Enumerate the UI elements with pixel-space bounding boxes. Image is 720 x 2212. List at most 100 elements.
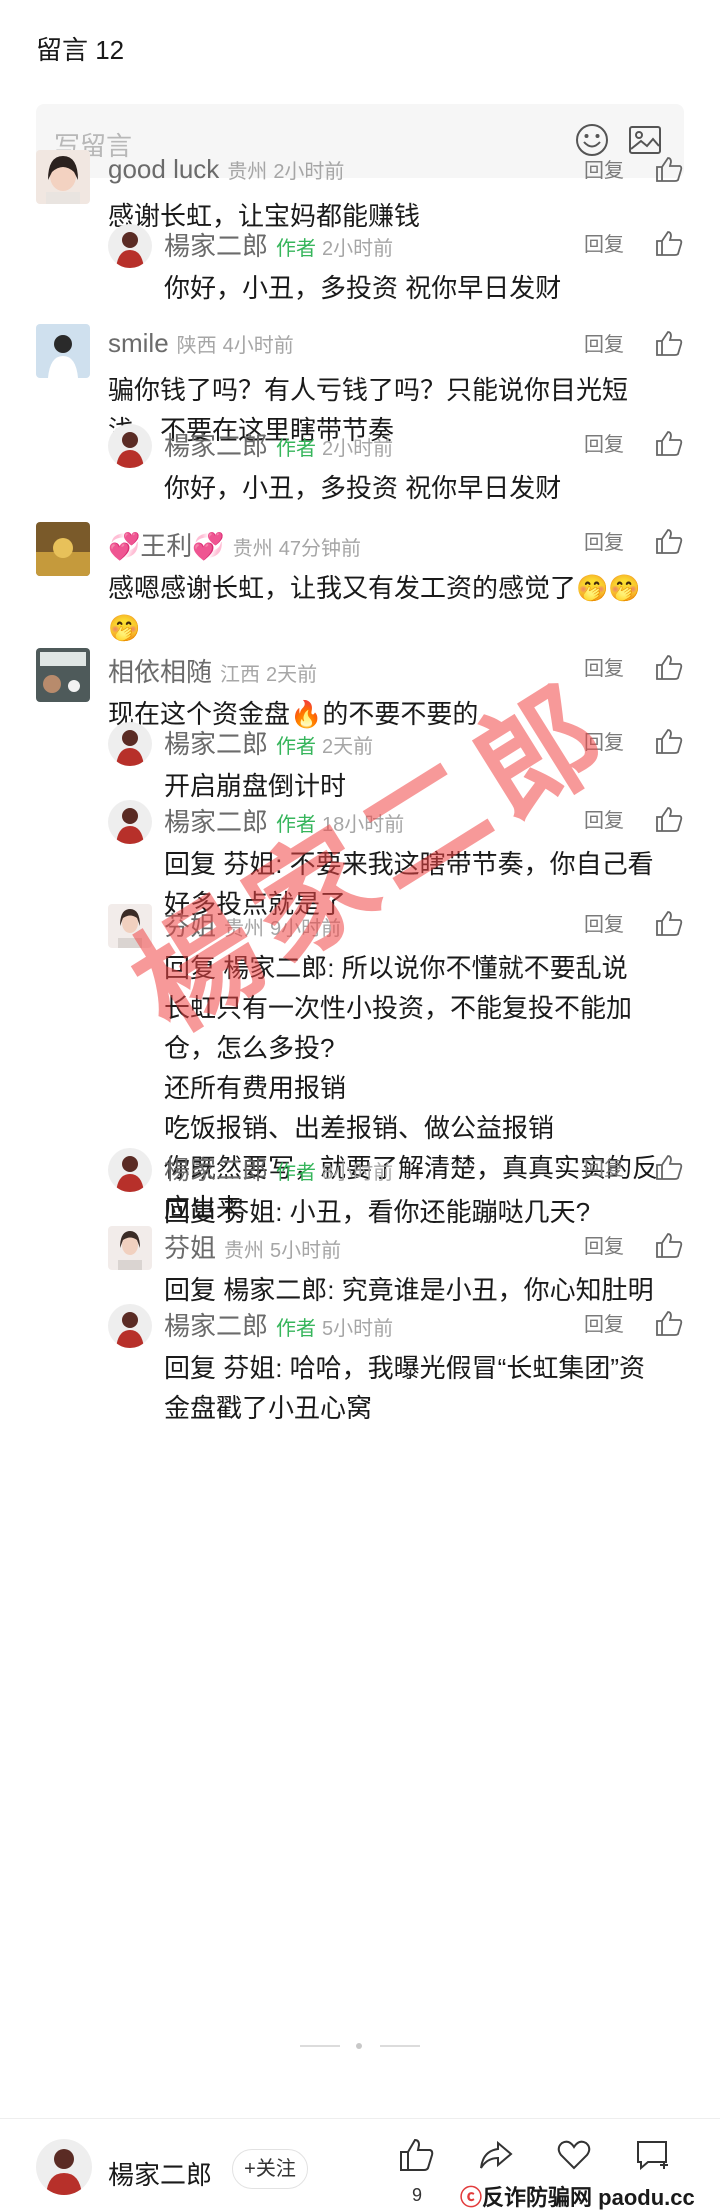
author-badge: 作者	[276, 238, 317, 260]
reply-item: 芬姐 贵州 5小时前 回复 回复 楊家二郎: 究竟谁是小丑，你心知肚明	[108, 1226, 684, 1305]
avatar[interactable]	[108, 424, 152, 468]
thumbs-up-icon[interactable]	[398, 2137, 434, 2173]
thumbs-up-icon[interactable]	[654, 229, 684, 257]
comment-item: good luck 贵州 2小时前 回复 感谢长虹，让宝妈都能赚钱	[36, 150, 684, 231]
commenter-name[interactable]: 楊家二郎	[164, 1155, 268, 1185]
avatar[interactable]	[108, 722, 152, 766]
site-watermark: ⓒ反诈防骗网 paodu.cc	[456, 2180, 699, 2212]
thumbs-up-icon[interactable]	[654, 155, 684, 183]
avatar[interactable]	[36, 522, 90, 576]
reply-button[interactable]: 回复	[584, 810, 624, 832]
author-badge: 作者	[276, 438, 317, 460]
reply-button[interactable]: 回复	[584, 732, 624, 754]
reply-item	[108, 1622, 684, 1692]
commenter-location: 贵州	[224, 1240, 265, 1262]
reply-button[interactable]: 回复	[584, 1236, 624, 1258]
comment-time: 2小时前	[322, 238, 394, 260]
reply-item: 楊家二郎 作者 2小时前 回复 你好，小丑，多投资 祝你早日发财	[108, 424, 684, 503]
avatar[interactable]	[108, 1304, 152, 1348]
reply-item: 楊家二郎 作者 8小时前 回复 回复 芬姐: 小丑，看你还能蹦哒几天?	[108, 1148, 684, 1227]
reply-button[interactable]: 回复	[584, 234, 624, 256]
avatar[interactable]	[108, 1226, 152, 1270]
avatar[interactable]	[108, 1148, 152, 1192]
comments-count-title: 留言 12	[36, 35, 125, 65]
reply-button[interactable]: 回复	[584, 1158, 624, 1180]
commenter-name[interactable]: smile	[108, 328, 169, 358]
comment-time: 2天前	[266, 664, 318, 686]
commenter-location: 贵州	[224, 918, 265, 940]
author-badge: 作者	[276, 1318, 317, 1340]
commenter-name[interactable]: good luck	[108, 154, 219, 184]
author-badge: 作者	[276, 736, 317, 758]
thumbs-up-icon[interactable]	[654, 1231, 684, 1259]
reply-item: 楊家二郎 作者 2天前 回复 开启崩盘倒计时	[108, 722, 684, 801]
avatar[interactable]	[108, 800, 152, 844]
comment-time: 8小时前	[322, 1162, 394, 1184]
reply-button[interactable]: 回复	[584, 160, 624, 182]
comment-text: 你好，小丑，多投资 祝你早日发财	[164, 473, 562, 503]
like-count: 9	[412, 2185, 423, 2205]
commenter-location: 贵州	[227, 161, 268, 183]
reply-item: 楊家二郎 作者 18小时前 回复 回复 芬姐: 不要来我这瞎带节奏，你自己看 好多投点…	[108, 800, 684, 919]
reply-button[interactable]: 回复	[584, 1314, 624, 1336]
comment-time: 18小时前	[322, 814, 405, 836]
thumbs-up-icon[interactable]	[654, 805, 684, 833]
comment-time: 47分钟前	[278, 538, 361, 560]
commenter-name[interactable]: 楊家二郎	[164, 729, 268, 759]
commenter-name[interactable]: 💞王利💞	[108, 531, 225, 561]
comment-item: 💞王利💞 贵州 47分钟前 回复 感嗯感谢长虹，让我又有发工资的感觉了🤭🤭 🤭	[36, 522, 684, 643]
reply-button[interactable]: 回复	[584, 334, 624, 356]
comment-text: 回复 芬姐: 哈哈，我曝光假冒“长虹集团”资 金盘戳了小丑心窝	[164, 1353, 645, 1423]
thumbs-up-icon[interactable]	[654, 329, 684, 357]
author-badge: 作者	[276, 1162, 317, 1184]
comment-time: 5小时前	[322, 1318, 394, 1340]
comment-item: 相依相随 江西 2天前 回复 现在这个资金盘🔥的不要不要的	[36, 648, 684, 729]
reply-item: 楊家二郎 作者 2小时前 回复 你好，小丑，多投资 祝你早日发财	[108, 224, 684, 303]
thumbs-up-icon[interactable]	[654, 727, 684, 755]
comment-time: 9小时前	[270, 918, 342, 940]
commenter-name[interactable]: 楊家二郎	[164, 807, 268, 837]
commenter-location: 陕西	[176, 335, 217, 357]
heart-icon[interactable]	[556, 2137, 592, 2173]
avatar[interactable]	[108, 904, 152, 948]
share-icon[interactable]	[478, 2137, 514, 2173]
commenter-name[interactable]: 芬姐	[164, 911, 216, 941]
thumbs-up-icon[interactable]	[654, 653, 684, 681]
commenter-name[interactable]: 楊家二郎	[164, 431, 268, 461]
reply-button[interactable]: 回复	[584, 532, 624, 554]
thumbs-up-icon[interactable]	[654, 1309, 684, 1337]
thumbs-up-icon[interactable]	[654, 527, 684, 555]
reply-button[interactable]: 回复	[584, 914, 624, 936]
avatar[interactable]	[108, 224, 152, 268]
reply-item: 楊家二郎 作者 5小时前 回复 回复 芬姐: 哈哈，我曝光假冒“长虹集团”资 金盘戳了…	[108, 1304, 684, 1423]
comment-time: 4小时前	[222, 335, 294, 357]
avatar[interactable]	[36, 2139, 92, 2195]
comment-bubble-icon[interactable]	[634, 2137, 670, 2173]
comment-time: 2小时前	[273, 161, 345, 183]
comment-item: smile 陕西 4小时前 回复 骗你钱了吗？有人亏钱了吗？只能说你目光短 浅，不要在…	[36, 324, 684, 445]
commenter-location: 江西	[220, 664, 261, 686]
comment-time: 2小时前	[322, 438, 394, 460]
commenter-name[interactable]: 楊家二郎	[164, 231, 268, 261]
comment-time: 2天前	[322, 736, 374, 758]
account-name[interactable]: 楊家二郎	[108, 2155, 212, 2192]
thumbs-up-icon[interactable]	[654, 429, 684, 457]
author-badge: 作者	[276, 814, 317, 836]
commenter-name[interactable]: 楊家二郎	[164, 1311, 268, 1341]
reply-button[interactable]: 回复	[584, 658, 624, 680]
thumbs-up-icon[interactable]	[654, 1153, 684, 1181]
comment-text: 你好，小丑，多投资 祝你早日发财	[164, 273, 562, 303]
follow-button[interactable]: +关注	[232, 2149, 308, 2189]
avatar[interactable]	[36, 648, 90, 702]
pager-indicator	[300, 2043, 420, 2049]
commenter-location: 贵州	[232, 538, 273, 560]
comment-time: 5小时前	[270, 1240, 342, 1262]
comment-text: 感嗯感谢长虹，让我又有发工资的感觉了🤭🤭 🤭	[108, 573, 641, 643]
avatar[interactable]	[36, 324, 90, 378]
reply-item: 芬姐 贵州 9小时前 回复 回复 楊家二郎: 所以说你不懂就不要乱说 长虹只有一次性小…	[108, 904, 684, 1223]
commenter-name[interactable]: 芬姐	[164, 1233, 216, 1263]
reply-button[interactable]: 回复	[584, 434, 624, 456]
thumbs-up-icon[interactable]	[654, 909, 684, 937]
commenter-name[interactable]: 相依相随	[108, 657, 212, 687]
avatar[interactable]	[36, 150, 90, 204]
